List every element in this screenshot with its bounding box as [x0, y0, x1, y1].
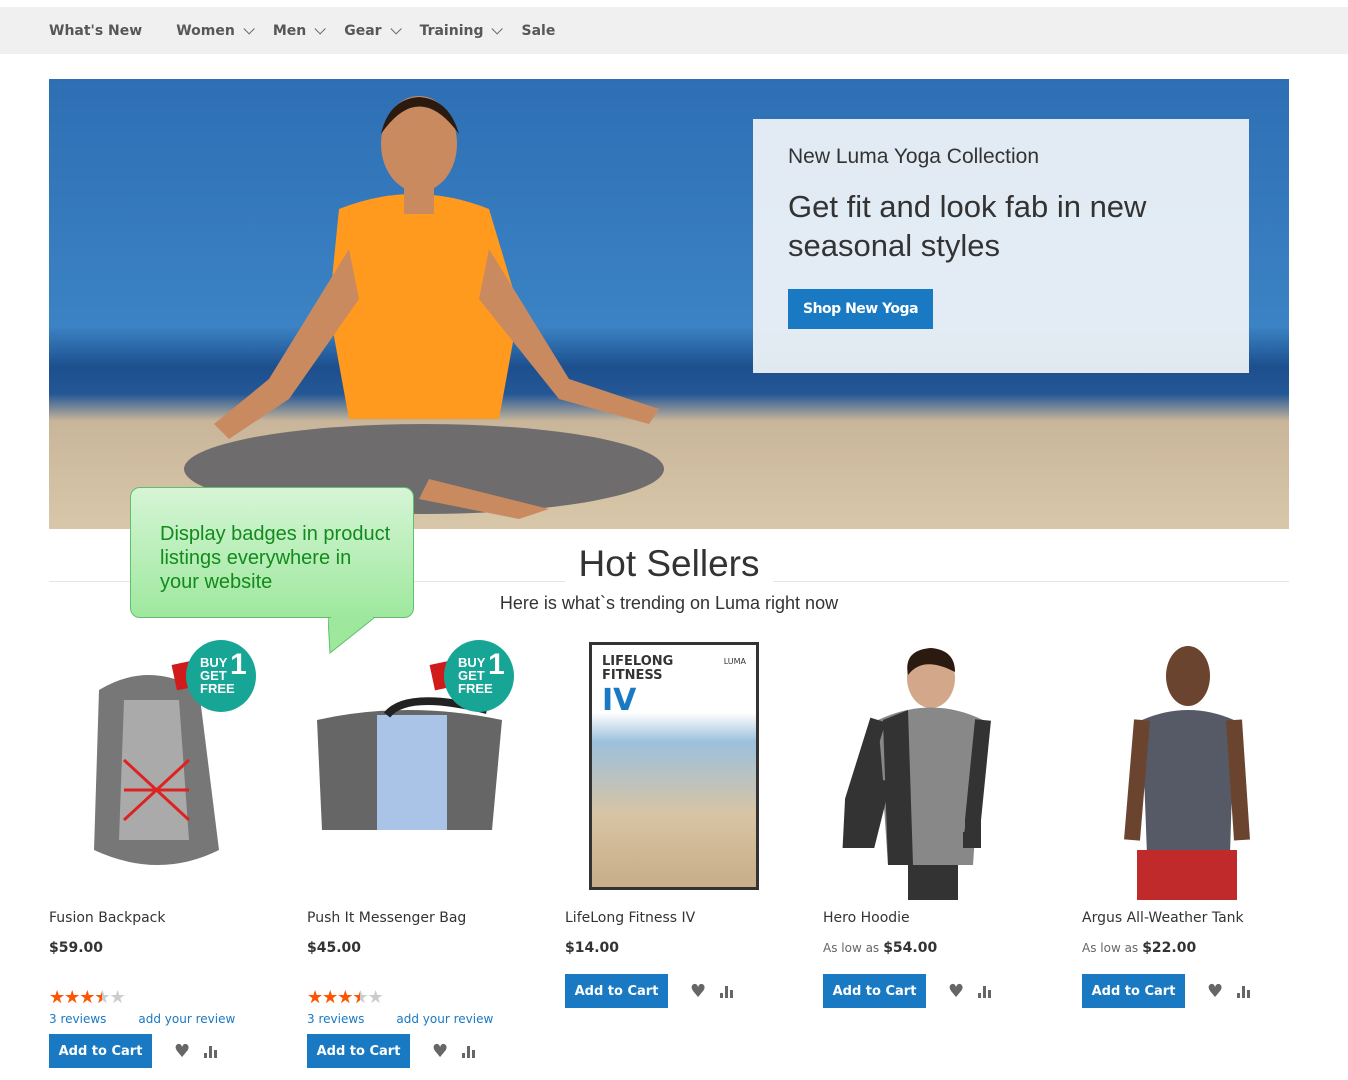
argus-tank-image — [1124, 646, 1250, 900]
yoga-woman-image — [184, 96, 664, 519]
product-image[interactable]: LIFELONG FITNESS IV LUMA — [565, 640, 772, 900]
price-value: $54.00 — [883, 940, 938, 956]
buy-1-get-1-free-badge: BUY 1 GET FREE — [186, 640, 256, 712]
dvd-numeral: IV — [602, 683, 637, 718]
nav-men[interactable]: Men — [272, 22, 326, 39]
product-name[interactable]: LifeLong Fitness IV — [565, 910, 695, 926]
product-image[interactable] — [1082, 640, 1289, 900]
rating-stars: ★★★★★★★★★★ — [49, 987, 126, 1008]
compare-icon[interactable] — [720, 984, 734, 998]
product-name[interactable]: Fusion Backpack — [49, 910, 166, 926]
product-name[interactable]: Argus All-Weather Tank — [1082, 910, 1244, 926]
add-to-cart-button[interactable]: Add to Cart — [823, 974, 926, 1008]
nav-whats-new[interactable]: What's New — [49, 23, 142, 39]
product-price: $45.00 — [307, 940, 362, 956]
callout-text: Display badges in product listings every… — [160, 523, 391, 593]
nav-label: Sale — [521, 22, 556, 39]
nav-gear[interactable]: Gear — [344, 22, 402, 39]
main-nav: What's New Women Men Gear Training Sale — [0, 7, 1348, 54]
wishlist-heart-icon[interactable]: ♥ — [948, 981, 964, 1002]
product-price: $59.00 — [49, 940, 104, 956]
product-card: LIFELONG FITNESS IV LUMA LifeLong Fitnes… — [565, 640, 772, 1008]
nav-label: Gear — [344, 22, 382, 39]
compare-icon[interactable] — [462, 1044, 476, 1058]
compare-icon[interactable] — [204, 1044, 218, 1058]
nav-women[interactable]: Women — [176, 22, 255, 39]
reviews-link[interactable]: 3 reviews — [307, 1012, 364, 1026]
wishlist-heart-icon[interactable]: ♥ — [174, 1041, 190, 1062]
product-card: BUY 1 GET FREE Fusion Backpack $59.00 ★★★★★… — [49, 640, 256, 1068]
nav-training[interactable]: Training — [419, 22, 504, 39]
product-image[interactable]: BUY 1 GET FREE — [307, 640, 514, 900]
rating-stars: ★★★★★★★★★★ — [307, 987, 384, 1008]
product-name[interactable]: Hero Hoodie — [823, 910, 910, 926]
nav-label: What's New — [49, 22, 143, 39]
shop-new-yoga-button[interactable]: Shop New Yoga — [788, 289, 934, 329]
chevron-down-icon — [314, 22, 326, 35]
product-price: As low as $54.00 — [823, 940, 937, 956]
price-value: $22.00 — [1142, 940, 1197, 956]
dvd-title: LIFELONG FITNESS — [602, 654, 674, 683]
product-price: As low as $22.00 — [1082, 940, 1196, 956]
hero-banner[interactable]: New Luma Yoga Collection Get fit and loo… — [49, 79, 1289, 529]
chevron-down-icon — [243, 22, 255, 35]
wishlist-heart-icon[interactable]: ♥ — [432, 1041, 448, 1062]
product-image[interactable]: BUY 1 GET FREE — [49, 640, 256, 900]
nav-sale[interactable]: Sale — [521, 23, 555, 39]
product-card: Argus All-Weather Tank As low as $22.00 A… — [1082, 640, 1289, 1008]
dvd-cover-image: LIFELONG FITNESS IV LUMA — [589, 642, 759, 890]
wishlist-heart-icon[interactable]: ♥ — [1207, 981, 1223, 1002]
product-name[interactable]: Push It Messenger Bag — [307, 910, 466, 926]
add-to-cart-button[interactable]: Add to Cart — [307, 1034, 410, 1068]
nav-label: Women — [176, 22, 235, 39]
product-card: BUY 1 GET FREE Push It Messenger Bag $45.00… — [307, 640, 514, 1068]
compare-icon[interactable] — [1237, 984, 1251, 998]
hero-title: Get fit and look fab in new seasonal sty… — [788, 189, 1147, 263]
nav-label: Men — [272, 22, 307, 39]
hot-sellers-title-text: Hot Sellers — [564, 543, 774, 584]
add-to-cart-button[interactable]: Add to Cart — [49, 1034, 152, 1068]
compare-icon[interactable] — [978, 984, 992, 998]
add-review-link[interactable]: add your review — [396, 1012, 493, 1026]
reviews-link[interactable]: 3 reviews — [49, 1012, 106, 1026]
add-to-cart-button[interactable]: Add to Cart — [565, 974, 668, 1008]
luma-logo: LUMA — [723, 657, 746, 666]
nav-label: Training — [419, 22, 484, 39]
wishlist-heart-icon[interactable]: ♥ — [690, 981, 706, 1002]
price-prefix: As low as — [1082, 941, 1139, 955]
buy-1-get-1-free-badge: BUY 1 GET FREE — [444, 640, 514, 712]
chevron-down-icon — [491, 22, 504, 35]
hero-promo-box: New Luma Yoga Collection Get fit and loo… — [753, 119, 1249, 373]
product-image[interactable] — [823, 640, 1030, 900]
hero-subtitle: New Luma Yoga Collection — [788, 145, 1039, 168]
hero-hoodie-image — [842, 648, 991, 900]
chevron-down-icon — [390, 22, 402, 35]
add-to-cart-button[interactable]: Add to Cart — [1082, 974, 1185, 1008]
price-prefix: As low as — [823, 941, 880, 955]
callout-bubble: Display badges in product listings every… — [130, 487, 414, 618]
product-card: Hero Hoodie As low as $54.00 Add to Cart ♥ — [823, 640, 1030, 1008]
product-price: $14.00 — [565, 940, 620, 956]
add-review-link[interactable]: add your review — [138, 1012, 235, 1026]
